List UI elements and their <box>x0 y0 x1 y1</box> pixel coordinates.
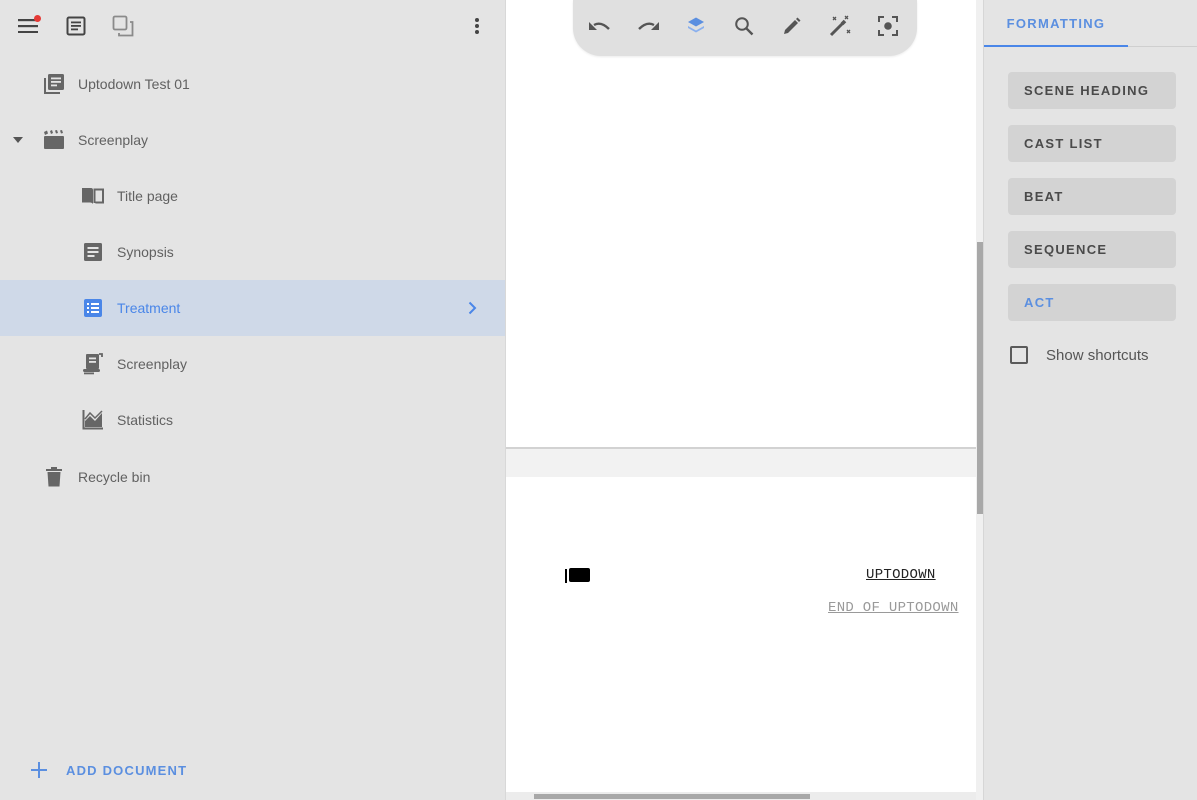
tree-item-label: Title page <box>117 188 178 204</box>
button-label: CAST LIST <box>1024 136 1103 151</box>
scene-heading-button[interactable]: SCENE HEADING <box>1008 72 1176 109</box>
add-document-button[interactable]: ADD DOCUMENT <box>26 754 187 786</box>
tab-label: FORMATTING <box>1006 16 1106 31</box>
active-tab-indicator <box>984 45 1128 47</box>
search-icon <box>734 16 754 41</box>
split-view-button[interactable] <box>111 15 135 42</box>
button-label: BEAT <box>1024 189 1064 204</box>
tree-item-label: Treatment <box>117 300 181 316</box>
tree-item-label: Statistics <box>117 412 174 428</box>
list-icon <box>81 296 105 320</box>
tree-item-synopsis[interactable]: Synopsis <box>0 224 505 280</box>
beat-button[interactable]: BEAT <box>1008 178 1176 215</box>
sidebar-topbar <box>0 0 505 56</box>
more-options-button[interactable] <box>465 16 489 40</box>
redo-icon <box>637 19 659 37</box>
formatting-panel: FORMATTING SCENE HEADING CAST LIST BEAT … <box>983 0 1197 800</box>
undo-icon <box>589 19 611 37</box>
show-shortcuts-checkbox[interactable] <box>1010 346 1028 364</box>
cast-list-button[interactable]: CAST LIST <box>1008 125 1176 162</box>
panel-tabs: FORMATTING <box>984 0 1197 47</box>
button-label: ACT <box>1024 295 1055 310</box>
tree-item-label: Screenplay <box>117 356 188 372</box>
notes-icon <box>81 240 105 264</box>
horizontal-scrollbar-thumb[interactable] <box>534 794 810 799</box>
chart-icon <box>81 408 105 432</box>
pen-button[interactable] <box>779 15 805 41</box>
tab-formatting[interactable]: FORMATTING <box>984 0 1128 47</box>
clapperboard-icon <box>42 128 66 152</box>
tree-item-label: Recycle bin <box>78 469 151 485</box>
document-icon <box>66 16 86 41</box>
add-document-label: ADD DOCUMENT <box>66 762 188 778</box>
tree-item-statistics[interactable]: Statistics <box>0 392 505 448</box>
tree-item-project[interactable]: Uptodown Test 01 <box>0 56 505 112</box>
more-vert-icon <box>474 17 480 40</box>
script-icon <box>81 352 105 376</box>
trash-icon <box>42 465 66 489</box>
script-title-text[interactable]: UPTODOWN <box>866 567 936 583</box>
show-shortcuts-label: Show shortcuts <box>1046 346 1149 364</box>
editor-area[interactable]: UPTODOWN END OF UPTODOWN <box>505 0 984 800</box>
editor-toolbar <box>573 0 917 56</box>
plus-icon <box>26 757 52 783</box>
button-label: SEQUENCE <box>1024 242 1108 257</box>
layers-button[interactable] <box>683 15 709 41</box>
expand-arrow-icon[interactable] <box>12 134 24 146</box>
sidebar: Uptodown Test 01 Screenplay Title page S… <box>0 0 505 800</box>
tree-item-label: Synopsis <box>117 244 174 260</box>
tree-item-label: Uptodown Test 01 <box>78 76 190 92</box>
show-shortcuts-toggle[interactable]: Show shortcuts <box>1010 346 1149 364</box>
sequence-button[interactable]: SEQUENCE <box>1008 231 1176 268</box>
tree-item-title-page[interactable]: Title page <box>0 168 505 224</box>
focus-mode-button[interactable] <box>875 15 901 41</box>
chevron-right-icon[interactable] <box>464 300 480 316</box>
tree-item-treatment[interactable]: Treatment <box>0 280 505 336</box>
menu-button[interactable] <box>16 15 41 40</box>
redo-button[interactable] <box>635 15 661 41</box>
layers-icon <box>686 16 706 41</box>
notification-dot <box>34 15 41 22</box>
library-books-icon <box>42 72 66 96</box>
text-cursor <box>565 568 591 583</box>
magic-wand-button[interactable] <box>827 15 853 41</box>
tree-item-screenplay-folder[interactable]: Screenplay <box>0 112 505 168</box>
script-end-text[interactable]: END OF UPTODOWN <box>828 600 959 616</box>
copy-icon <box>112 15 134 42</box>
search-button[interactable] <box>731 15 757 41</box>
focus-icon <box>878 15 898 41</box>
tree-item-label: Screenplay <box>78 132 149 148</box>
act-button[interactable]: ACT <box>1008 284 1176 321</box>
button-label: SCENE HEADING <box>1024 83 1150 98</box>
tree-item-recycle-bin[interactable]: Recycle bin <box>0 449 505 505</box>
pen-icon <box>783 17 801 40</box>
book-open-icon <box>81 184 105 208</box>
undo-button[interactable] <box>587 15 613 41</box>
tree-item-screenplay[interactable]: Screenplay <box>0 336 505 392</box>
document-view-button[interactable] <box>64 16 88 40</box>
magic-wand-icon <box>829 15 851 42</box>
page-gap <box>506 449 976 477</box>
